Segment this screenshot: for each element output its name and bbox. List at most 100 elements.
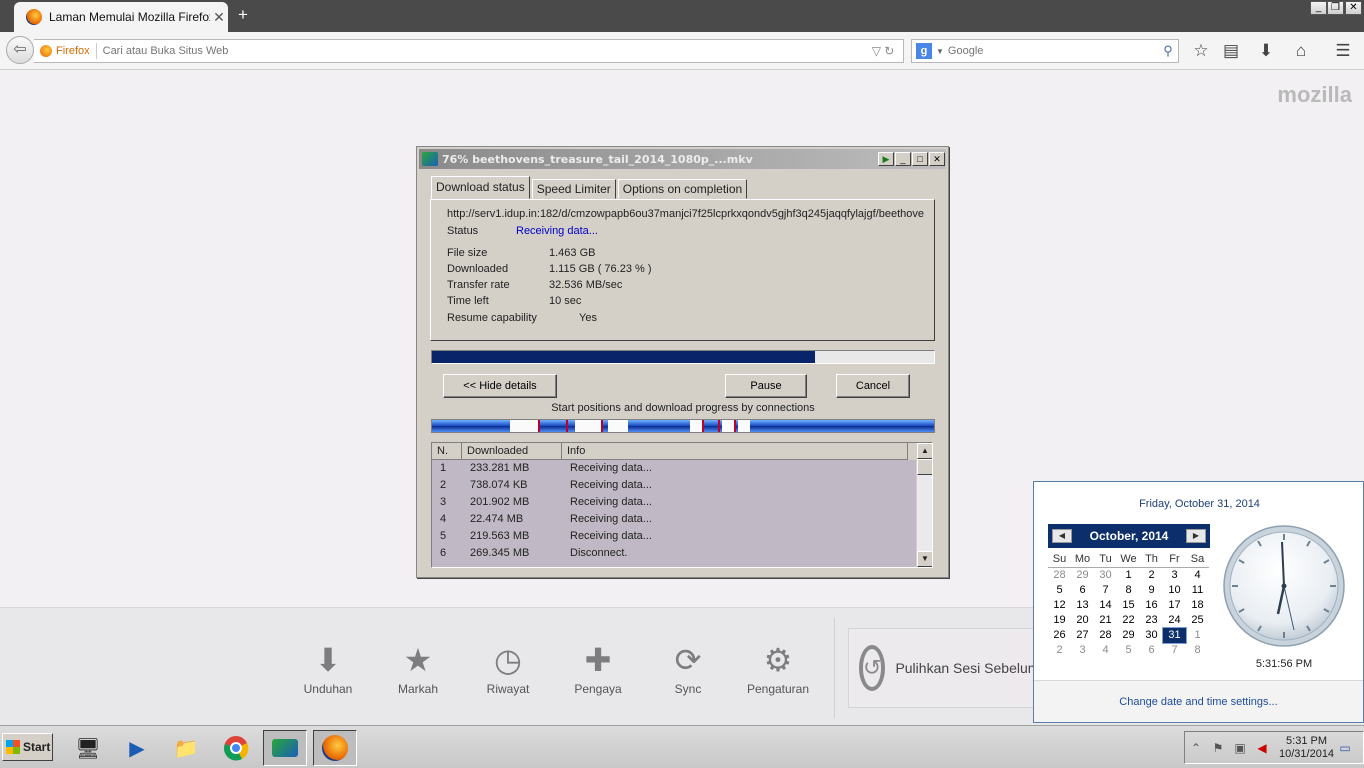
idm-taskbar-icon[interactable] [263, 730, 307, 766]
calendar-day[interactable]: 7 [1163, 643, 1186, 658]
table-row[interactable]: 2 738.074 KB Receiving data... [432, 477, 932, 494]
launcher-history[interactable]: ◷ Riwayat [463, 640, 553, 696]
calendar-day[interactable]: 4 [1094, 643, 1117, 658]
month-label[interactable]: October, 2014 [1090, 529, 1169, 543]
flag-icon[interactable]: ⚑ [1207, 741, 1229, 755]
calendar-day[interactable]: 9 [1140, 583, 1163, 598]
calendar-day[interactable]: 14 [1094, 598, 1117, 613]
explorer-icon[interactable]: 📁 [164, 730, 208, 766]
table-row[interactable]: 4 22.474 MB Receiving data... [432, 511, 932, 528]
calendar-day[interactable]: 1 [1186, 628, 1209, 643]
calendar-day[interactable]: 2 [1140, 568, 1163, 583]
calendar-day[interactable]: 29 [1117, 628, 1140, 643]
scroll-up-icon[interactable]: ▲ [917, 443, 932, 459]
calendar-day[interactable]: 3 [1071, 643, 1094, 658]
column-header[interactable]: Downloaded [462, 443, 562, 460]
calendar-day[interactable]: 2 [1048, 643, 1071, 658]
table-scrollbar[interactable]: ▲ ▼ [916, 443, 932, 567]
calendar-day[interactable]: 5 [1048, 583, 1071, 598]
show-desktop-icon[interactable]: ▭ [1334, 741, 1356, 755]
tab-download-status[interactable]: Download status [431, 176, 530, 199]
search-icon[interactable]: ⚲ [1158, 43, 1178, 59]
calendar-day[interactable]: 18 [1186, 598, 1209, 613]
menu-icon[interactable]: ☰ [1329, 39, 1357, 63]
calendar-day[interactable]: 22 [1117, 613, 1140, 628]
calendar-day[interactable]: 16 [1140, 598, 1163, 613]
table-row[interactable]: 3 201.902 MB Receiving data... [432, 494, 932, 511]
reload-icon[interactable]: ▽ ↻ [863, 44, 903, 58]
home-icon[interactable]: ⌂ [1287, 39, 1315, 63]
scroll-down-icon[interactable]: ▼ [917, 551, 932, 567]
calendar-day[interactable]: 1 [1117, 568, 1140, 583]
calendar-day[interactable]: 6 [1071, 583, 1094, 598]
calendar-day[interactable]: 25 [1186, 613, 1209, 628]
calendar-day[interactable]: 15 [1117, 598, 1140, 613]
minimize-button[interactable]: _ [1310, 1, 1327, 15]
calendar-day[interactable]: 3 [1163, 568, 1186, 583]
launcher-settings[interactable]: ⚙ Pengaturan [733, 640, 823, 696]
close-tab-icon[interactable]: ✕ [210, 9, 228, 26]
tray-clock[interactable]: 5:31 PM 10/31/2014 [1279, 735, 1334, 761]
calendar-day[interactable]: 19 [1048, 613, 1071, 628]
start-button[interactable]: Start [2, 733, 53, 761]
url-bar[interactable]: Firefox ▽ ↻ [34, 39, 904, 63]
calendar-day[interactable]: 6 [1140, 643, 1163, 658]
close-window-button[interactable]: ✕ [1345, 1, 1362, 15]
restore-session-button[interactable]: ↺ Pulihkan Sesi Sebelumnya [848, 628, 1062, 708]
calendar-day[interactable]: 5 [1117, 643, 1140, 658]
minimize-button[interactable]: _ [895, 152, 911, 166]
tab-options-on-completion[interactable]: Options on completion [617, 179, 748, 199]
downloads-icon[interactable]: ⬇ [1252, 39, 1280, 63]
site-identity[interactable]: Firefox [34, 43, 97, 59]
network-icon[interactable]: ▣ [1229, 741, 1251, 755]
launcher-downloads[interactable]: ⬇ Unduhan [283, 640, 373, 696]
show-hidden-icons[interactable]: ⌃ [1185, 741, 1207, 755]
chevron-down-icon[interactable]: ▼ [936, 47, 944, 56]
calendar-day[interactable]: 12 [1048, 598, 1071, 613]
column-header[interactable]: N. [432, 443, 462, 460]
calendar-day[interactable]: 28 [1094, 628, 1117, 643]
launcher-sync[interactable]: ⟳ Sync [643, 640, 733, 696]
column-header[interactable]: Info [562, 443, 908, 460]
cancel-button[interactable]: Cancel [836, 374, 910, 398]
table-row[interactable]: 6 269.345 MB Disconnect. [432, 545, 932, 562]
dialog-titlebar[interactable]: 76% beethovens_treasure_tail_2014_1080p_… [419, 149, 946, 169]
tab-speed-limiter[interactable]: Speed Limiter [531, 179, 616, 199]
calendar-day[interactable]: 30 [1140, 628, 1163, 643]
browser-tab[interactable]: Laman Memulai Mozilla Firefox ✕ [14, 2, 228, 32]
bookmark-star-icon[interactable]: ☆ [1187, 39, 1215, 63]
date-time-settings-link[interactable]: Change date and time settings... [1034, 680, 1363, 722]
calendar-day[interactable]: 30 [1094, 568, 1117, 583]
previous-month-icon[interactable]: ◀ [1052, 529, 1072, 543]
calendar-day[interactable]: 31 [1162, 627, 1187, 644]
calendar-day[interactable]: 24 [1163, 613, 1186, 628]
calendar-day[interactable]: 13 [1071, 598, 1094, 613]
chrome-icon[interactable] [214, 730, 258, 766]
calendar-day[interactable]: 28 [1048, 568, 1071, 583]
google-icon[interactable]: g [916, 43, 932, 59]
calendar-day[interactable]: 7 [1094, 583, 1117, 598]
scroll-thumb[interactable] [917, 459, 932, 475]
calendar-day[interactable]: 23 [1140, 613, 1163, 628]
server-manager-icon[interactable]: 🖥 [66, 730, 110, 766]
volume-icon[interactable]: ◀ [1251, 741, 1273, 755]
back-button[interactable]: ⇦ [6, 36, 34, 64]
new-tab-button[interactable]: + [234, 6, 252, 24]
table-row[interactable]: 1 233.281 MB Receiving data... [432, 460, 932, 477]
calendar-day[interactable]: 17 [1163, 598, 1186, 613]
search-bar[interactable]: g ▼ ⚲ [911, 39, 1179, 63]
calendar-day[interactable]: 10 [1163, 583, 1186, 598]
restore-button[interactable]: ❐ [1327, 1, 1344, 15]
bookmarks-list-icon[interactable]: ▤ [1217, 39, 1245, 63]
calendar-day[interactable]: 27 [1071, 628, 1094, 643]
long-date[interactable]: Friday, October 31, 2014 [1034, 498, 1364, 510]
calendar-day[interactable]: 4 [1186, 568, 1209, 583]
launcher-addons[interactable]: ✚ Pengaya [553, 640, 643, 696]
search-input[interactable] [947, 45, 1158, 57]
calendar-day[interactable]: 21 [1094, 613, 1117, 628]
calendar-day[interactable]: 8 [1186, 643, 1209, 658]
maximize-button[interactable]: □ [912, 152, 928, 166]
calendar-day[interactable]: 29 [1071, 568, 1094, 583]
play-icon[interactable]: ▶ [878, 152, 894, 166]
pause-button[interactable]: Pause [725, 374, 807, 398]
